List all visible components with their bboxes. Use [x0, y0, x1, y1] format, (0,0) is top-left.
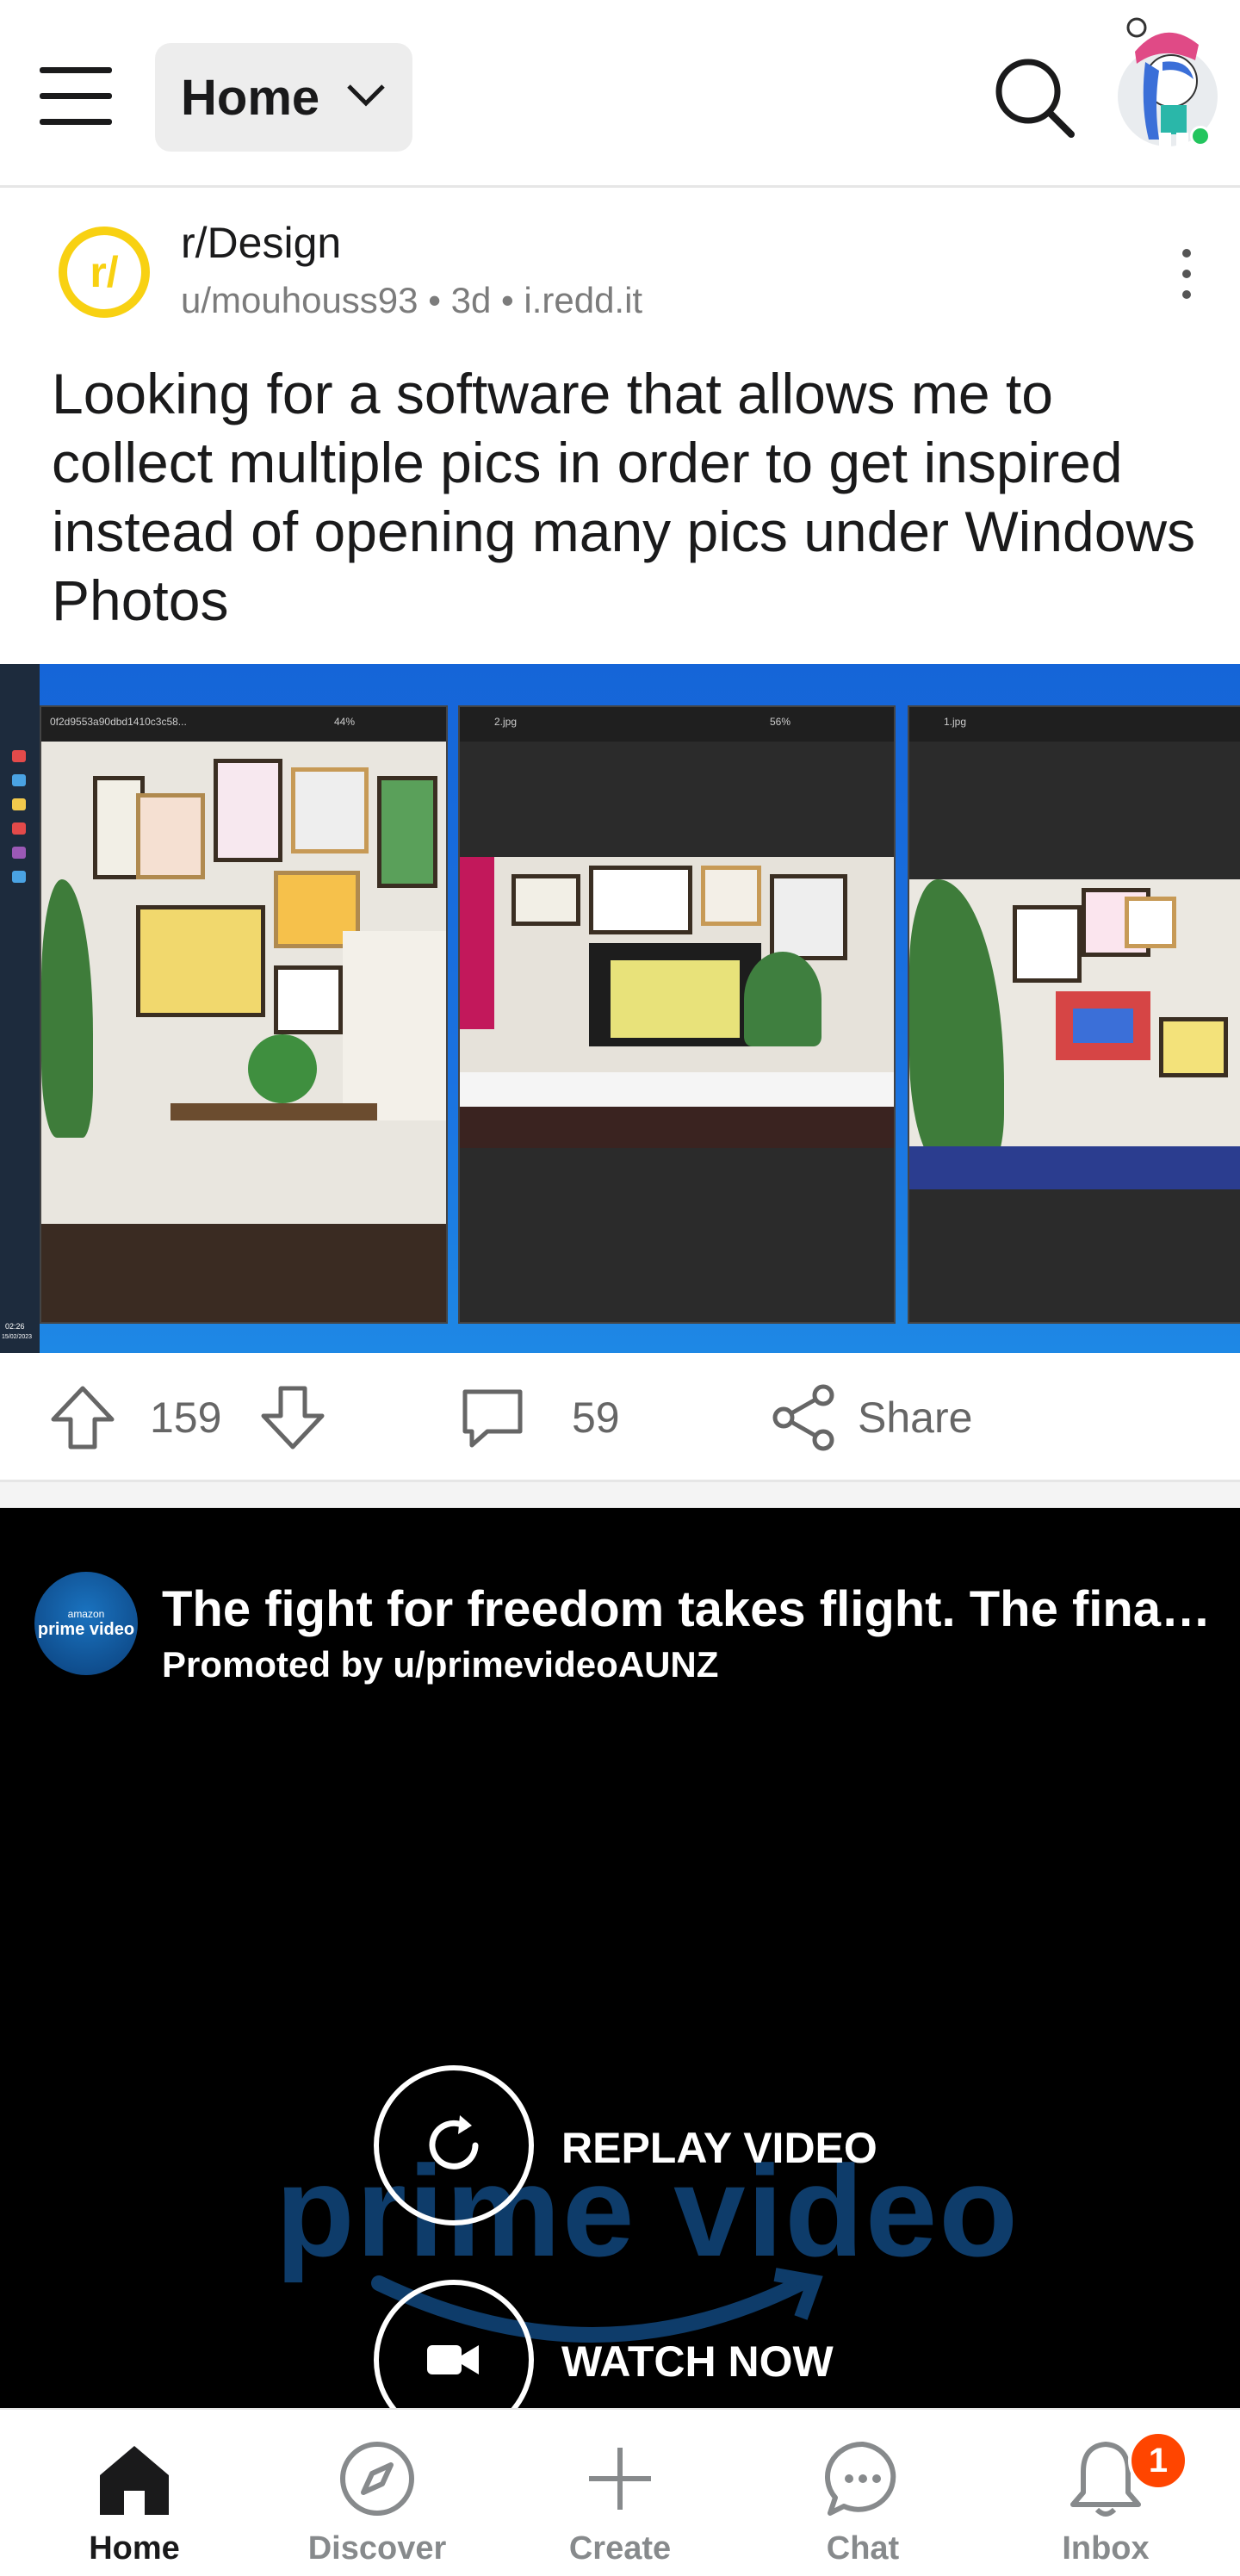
chat-icon: [825, 2441, 896, 2516]
room-photo: [909, 879, 1240, 1189]
share-button[interactable]: Share: [768, 1353, 972, 1482]
post-actions: 159 59 Share: [0, 1353, 1240, 1482]
subreddit-name[interactable]: r/Design: [181, 218, 341, 268]
online-status-dot: [1190, 126, 1211, 146]
window-zoom: 44%: [334, 716, 356, 728]
comment-count: 59: [572, 1394, 620, 1442]
share-icon: [772, 1384, 834, 1451]
feed-divider: [0, 1482, 1240, 1508]
compass-icon: [340, 2442, 414, 2516]
menu-icon[interactable]: [40, 67, 114, 126]
replay-button[interactable]: [374, 2065, 534, 2225]
room-photo: [41, 742, 446, 1322]
replay-icon: [429, 2115, 479, 2169]
promoted-post[interactable]: amazon prime video The fight for freedom…: [0, 1508, 1240, 2408]
taskbar-clock-time: 02:26: [5, 1322, 25, 1331]
meta-separator: •: [500, 280, 514, 320]
windows-taskbar: 02:26 15/02/2023: [0, 664, 40, 1353]
top-bar: Home: [0, 0, 1240, 188]
nav-home[interactable]: Home: [40, 2410, 229, 2576]
window-zoom: 56%: [770, 716, 791, 728]
room-photo: [460, 857, 894, 1148]
window-titlebar: 2.jpg 56%: [460, 707, 894, 742]
taskbar-clock-date: 15/02/2023: [2, 1334, 33, 1340]
nav-create[interactable]: Create: [525, 2410, 715, 2576]
post-domain: i.redd.it: [524, 280, 643, 320]
post-age: 3d: [450, 280, 492, 320]
promo-title[interactable]: The fight for freedom takes flight. The …: [162, 1580, 1212, 1638]
photo-window: 0f2d9553a90dbd1410c3c58... 44%: [40, 705, 448, 1324]
meta-separator: •: [428, 280, 441, 320]
post-title[interactable]: Looking for a software that allows me to…: [52, 359, 1206, 635]
share-label: Share: [858, 1394, 973, 1442]
vote-count: 159: [150, 1394, 222, 1442]
replay-video-label[interactable]: REPLAY VIDEO: [561, 2123, 877, 2173]
downvote-button[interactable]: [257, 1353, 329, 1482]
window-filename: 2.jpg: [494, 716, 518, 728]
watch-now-label[interactable]: WATCH NOW: [561, 2337, 834, 2387]
nav-discover[interactable]: Discover: [282, 2410, 472, 2576]
advertiser-avatar[interactable]: amazon prime video: [34, 1572, 138, 1675]
plus-icon: [589, 2448, 651, 2510]
nav-chat[interactable]: Chat: [768, 2410, 958, 2576]
post-card[interactable]: r/ r/Design u/mouhouss93 • 3d • i.redd.i…: [0, 190, 1240, 1482]
upvote-icon: [51, 1386, 115, 1449]
upvote-button[interactable]: [46, 1353, 119, 1482]
photo-window: 1.jpg: [908, 705, 1240, 1324]
post-image[interactable]: 02:26 15/02/2023 0f2d9553a90dbd1410c3c58…: [0, 664, 1240, 1353]
window-filename: 1.jpg: [944, 716, 967, 728]
downvote-icon: [261, 1386, 325, 1449]
window-titlebar: 1.jpg: [909, 707, 1240, 742]
feed-selector-dropdown[interactable]: Home: [155, 43, 412, 152]
home-icon: [100, 2446, 169, 2515]
chevron-down-icon: [347, 84, 385, 107]
comments-button[interactable]: 59: [456, 1353, 620, 1482]
post-meta: u/mouhouss93 • 3d • i.redd.it: [181, 280, 642, 321]
bottom-navigation: Home Discover Create Chat Inbox 1: [0, 2408, 1240, 2576]
window-filename: 0f2d9553a90dbd1410c3c58...: [50, 716, 187, 728]
more-options-icon[interactable]: [1171, 249, 1202, 309]
photo-window: 2.jpg 56%: [458, 705, 896, 1324]
search-icon[interactable]: [990, 53, 1076, 140]
promoted-by[interactable]: Promoted by u/primevideoAUNZ: [162, 1644, 718, 1685]
video-camera-icon: [427, 2345, 479, 2374]
subreddit-icon[interactable]: r/: [59, 227, 150, 318]
inbox-notification-badge: 1: [1128, 2430, 1188, 2491]
feed-selector-label: Home: [181, 69, 320, 126]
comment-icon: [462, 1389, 523, 1448]
post-author[interactable]: u/mouhouss93: [181, 280, 418, 320]
window-titlebar: 0f2d9553a90dbd1410c3c58... 44%: [41, 707, 446, 742]
